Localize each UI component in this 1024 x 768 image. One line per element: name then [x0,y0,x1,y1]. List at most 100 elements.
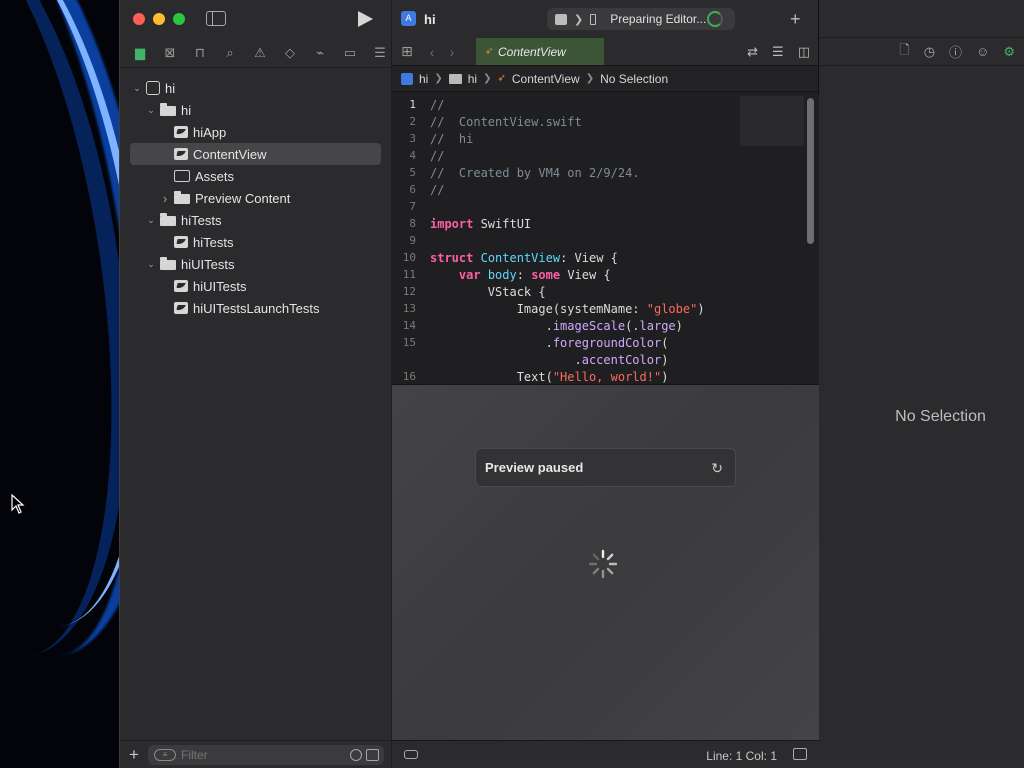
line-number: 16 [402,370,416,383]
editor-area: A hi ❯ Preparing Editor... + ⊞ ‹ › ➶ Con… [392,0,819,768]
accessibility-icon[interactable]: ☺ [976,44,989,59]
line-number: 2 [409,115,416,128]
chevron-down-icon[interactable]: ⌄ [146,215,156,226]
file-tree-label: hiUITestsLaunchTests [193,300,320,316]
code-line: 12 VStack { [392,283,819,300]
code-line: 9 [392,232,819,249]
filter-input[interactable] [181,747,341,762]
split-editor-icon[interactable]: ◫ [798,44,810,60]
file-tree-row[interactable]: › Preview Content [120,187,391,209]
history-icon[interactable]: ◷ [924,44,935,60]
device-icon [590,13,597,25]
filter-field[interactable]: ≡ [148,744,384,765]
code-line: . accentColor) [392,351,819,368]
file-icon[interactable]: 🗋 [899,41,909,63]
close-window-button[interactable] [133,13,145,25]
diamond-icon[interactable]: ◇ [279,44,301,62]
x-square-icon[interactable]: ⊠ [159,44,181,62]
cursor-position: Line: 1 Col: 1 [706,749,777,763]
editor-titlebar: A hi ❯ Preparing Editor... + [392,0,818,38]
file-tree-row[interactable]: ContentView [130,143,381,165]
breadcrumb-item[interactable]: ContentView [512,72,580,86]
warning-icon[interactable]: ⚠ [249,44,271,62]
hierarchy-icon[interactable]: ⊓ [189,44,211,62]
file-tree-label: hi [181,102,192,118]
breadcrumb: hi ❯ hi ❯ ➶ ContentView ❯ No Selection [392,66,818,92]
file-tree-row[interactable]: hiUITestsLaunchTests [120,297,391,319]
refresh-icon[interactable]: ↻ [711,460,723,477]
swift-file-icon [174,236,188,248]
minimap-toggle-icon[interactable] [404,750,418,759]
file-tree-row[interactable]: hiTests [120,231,391,253]
navigator-footer: + ≡ [120,740,391,768]
line-number: 10 [402,251,416,264]
code-line: 11 var body: some View { [392,266,819,283]
spray-icon[interactable]: ⌁ [309,44,331,62]
line-number: 7 [409,200,416,213]
breadcrumb-item[interactable]: hi [419,72,428,86]
sidebar-toggle-icon[interactable] [206,11,226,26]
scheme-selector[interactable]: ❯ Preparing Editor... [547,8,735,30]
code-token: some [531,267,561,282]
file-tree-row[interactable]: ⌄ hiTests [120,209,391,231]
line-number: 12 [402,285,416,298]
code-token: ) [697,301,705,316]
list-icon[interactable]: ☰ [369,44,391,62]
minimize-window-button[interactable] [153,13,165,25]
code-token: // [430,97,445,112]
file-tree-row[interactable]: Assets [120,165,391,187]
code-token: import [430,216,474,231]
file-tree: ⌄ hi ⌄ hi hiApp ContentView Assets › Preview Con… [120,68,391,319]
file-tree-row[interactable]: ⌄ hiUITests [120,253,391,275]
code-token: large [639,318,676,333]
vertical-scrollbar[interactable] [807,98,814,244]
adjust-editor-icon[interactable]: ☰ [772,44,784,60]
folder-icon[interactable]: ▆ [129,44,151,62]
swap-icon[interactable]: ⇄ [747,44,758,60]
file-tree-row[interactable]: hiUITests [120,275,391,297]
chevron-down-icon[interactable]: ⌄ [146,105,156,116]
code-line: 4 // [392,147,819,164]
chevron-down-icon[interactable]: ⌄ [146,259,156,270]
tag-icon[interactable]: ▭ [339,44,361,62]
related-items-icon[interactable]: ⊞ [392,43,422,60]
app-project-icon [401,72,413,85]
source-editor[interactable]: 1 // 2 // ContentView.swift 3 // hi 4 // 5 // Cre… [392,94,819,384]
project-navigator: ▆ ⊠ ⊓ ⌕ ⚠ ◇ ⌁ ▭ ☰ ⌄ hi ⌄ hi hiApp ContentView Assets › P… [120,0,392,768]
code-token: ) [661,369,669,384]
add-icon[interactable]: + [790,9,801,30]
progress-spinner-icon [707,11,723,27]
add-file-button[interactable]: + [120,745,148,765]
source-control-filter-icon[interactable] [366,748,379,761]
code-token: var [458,267,481,282]
debug-area-toggle-icon[interactable] [793,748,807,760]
file-tree-row[interactable]: ⌄ hi [120,99,391,121]
run-button[interactable] [358,11,373,27]
code-token: . [430,335,553,350]
breadcrumb-item[interactable]: No Selection [600,72,668,86]
code-token: // ContentView.swift [430,114,582,129]
filter-options-icon[interactable]: ≡ [154,748,176,761]
minimap[interactable] [740,96,804,146]
file-tree-label: Preview Content [195,190,291,206]
recent-files-icon[interactable] [350,748,362,761]
help-icon[interactable]: ⓘ [949,42,962,61]
chevron-right-icon[interactable]: › [160,191,170,206]
file-tree-row[interactable]: ⌄ hi [120,77,391,99]
preview-paused-banner: Preview paused ↻ [475,448,736,487]
search-icon[interactable]: ⌕ [219,44,241,62]
file-tree-label: ContentView [193,146,267,162]
forward-arrow-icon[interactable]: › [442,44,462,60]
zoom-window-button[interactable] [173,13,185,25]
wallpaper-wave [0,0,120,645]
line-number: 4 [409,149,416,162]
file-tree-row[interactable]: hiApp [120,121,391,143]
attributes-icon[interactable]: ⚙ [1003,44,1015,60]
tab-contentview[interactable]: ➶ ContentView [476,38,604,65]
file-tree-label: Assets [195,168,235,184]
breadcrumb-item[interactable]: hi [468,72,477,86]
chevron-down-icon[interactable]: ⌄ [132,83,142,94]
back-arrow-icon[interactable]: ‹ [422,44,442,60]
inspector-titlebar [819,0,1024,38]
